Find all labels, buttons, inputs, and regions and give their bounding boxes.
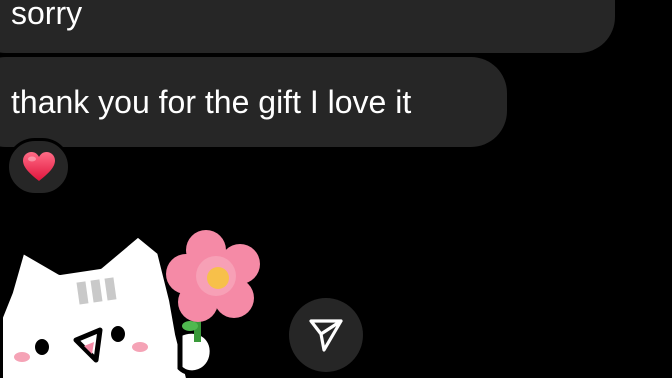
reaction-badge[interactable] (6, 138, 71, 196)
message-bubble[interactable]: thank you for the gift I love it (0, 57, 507, 147)
send-icon (309, 319, 343, 352)
message-text: sorry (11, 0, 83, 31)
message-bubble[interactable]: sorry (0, 0, 615, 53)
heart-icon (22, 152, 55, 181)
send-button[interactable] (289, 298, 363, 372)
chat-thread: sorry thank you for the gift I love it (0, 0, 672, 378)
flower-icon (166, 230, 260, 322)
hello-kitty-sticker[interactable] (0, 222, 280, 378)
message-text: thank you for the gift I love it (11, 84, 412, 120)
